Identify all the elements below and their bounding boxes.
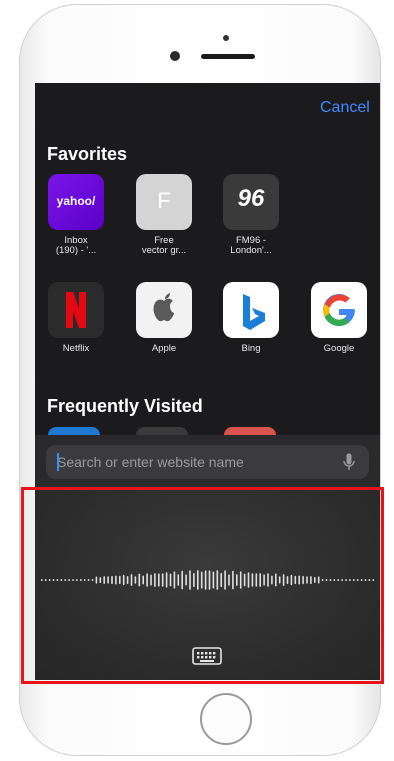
- favorite-free-vector[interactable]: F Free vector gr...: [134, 174, 194, 256]
- sensor-dot: [223, 35, 229, 41]
- google-icon: [311, 282, 367, 338]
- letter-f-icon-text: F: [157, 188, 171, 213]
- favorite-bing[interactable]: Bing: [221, 282, 281, 354]
- favorite-label: Bing: [241, 343, 261, 354]
- favorite-label: Apple: [151, 343, 177, 354]
- favorite-yahoo[interactable]: yahoo/ Inbox (190) - '...: [46, 174, 106, 256]
- fm96-icon-text: 96: [237, 185, 265, 212]
- home-button[interactable]: [200, 693, 252, 745]
- favorite-apple[interactable]: Apple: [134, 282, 194, 354]
- dictation-highlight-box: [21, 487, 384, 684]
- earpiece-speaker: [201, 54, 255, 59]
- yahoo-icon-text: yahoo/: [56, 194, 96, 208]
- search-input[interactable]: [46, 445, 336, 479]
- front-camera: [170, 51, 180, 61]
- favorite-label: Google: [323, 343, 355, 354]
- favorite-netflix[interactable]: Netflix: [46, 282, 106, 354]
- apple-icon: [136, 282, 192, 338]
- text-cursor: [57, 453, 59, 471]
- favorite-label: FM96 - London'...: [230, 235, 272, 256]
- favorites-heading: Favorites: [47, 144, 128, 164]
- search-field[interactable]: [46, 445, 369, 479]
- bing-icon: [223, 282, 279, 338]
- fm96-icon: 96: [223, 174, 279, 230]
- address-bar-area: [35, 435, 380, 487]
- microphone-icon[interactable]: [343, 453, 355, 476]
- favorite-fm96[interactable]: 96 FM96 - London'...: [221, 174, 281, 256]
- favorite-label: Free vector gr...: [141, 235, 187, 256]
- favorite-label: Netflix: [62, 343, 90, 354]
- favorite-google[interactable]: Google: [309, 282, 369, 354]
- frequently-visited-heading: Frequently Visited: [47, 396, 203, 416]
- yahoo-icon: yahoo/: [48, 174, 104, 230]
- netflix-icon: [48, 282, 104, 338]
- favorite-label: Inbox (190) - '...: [55, 235, 97, 256]
- letter-f-icon: F: [136, 174, 192, 230]
- cancel-button[interactable]: Cancel: [320, 99, 370, 117]
